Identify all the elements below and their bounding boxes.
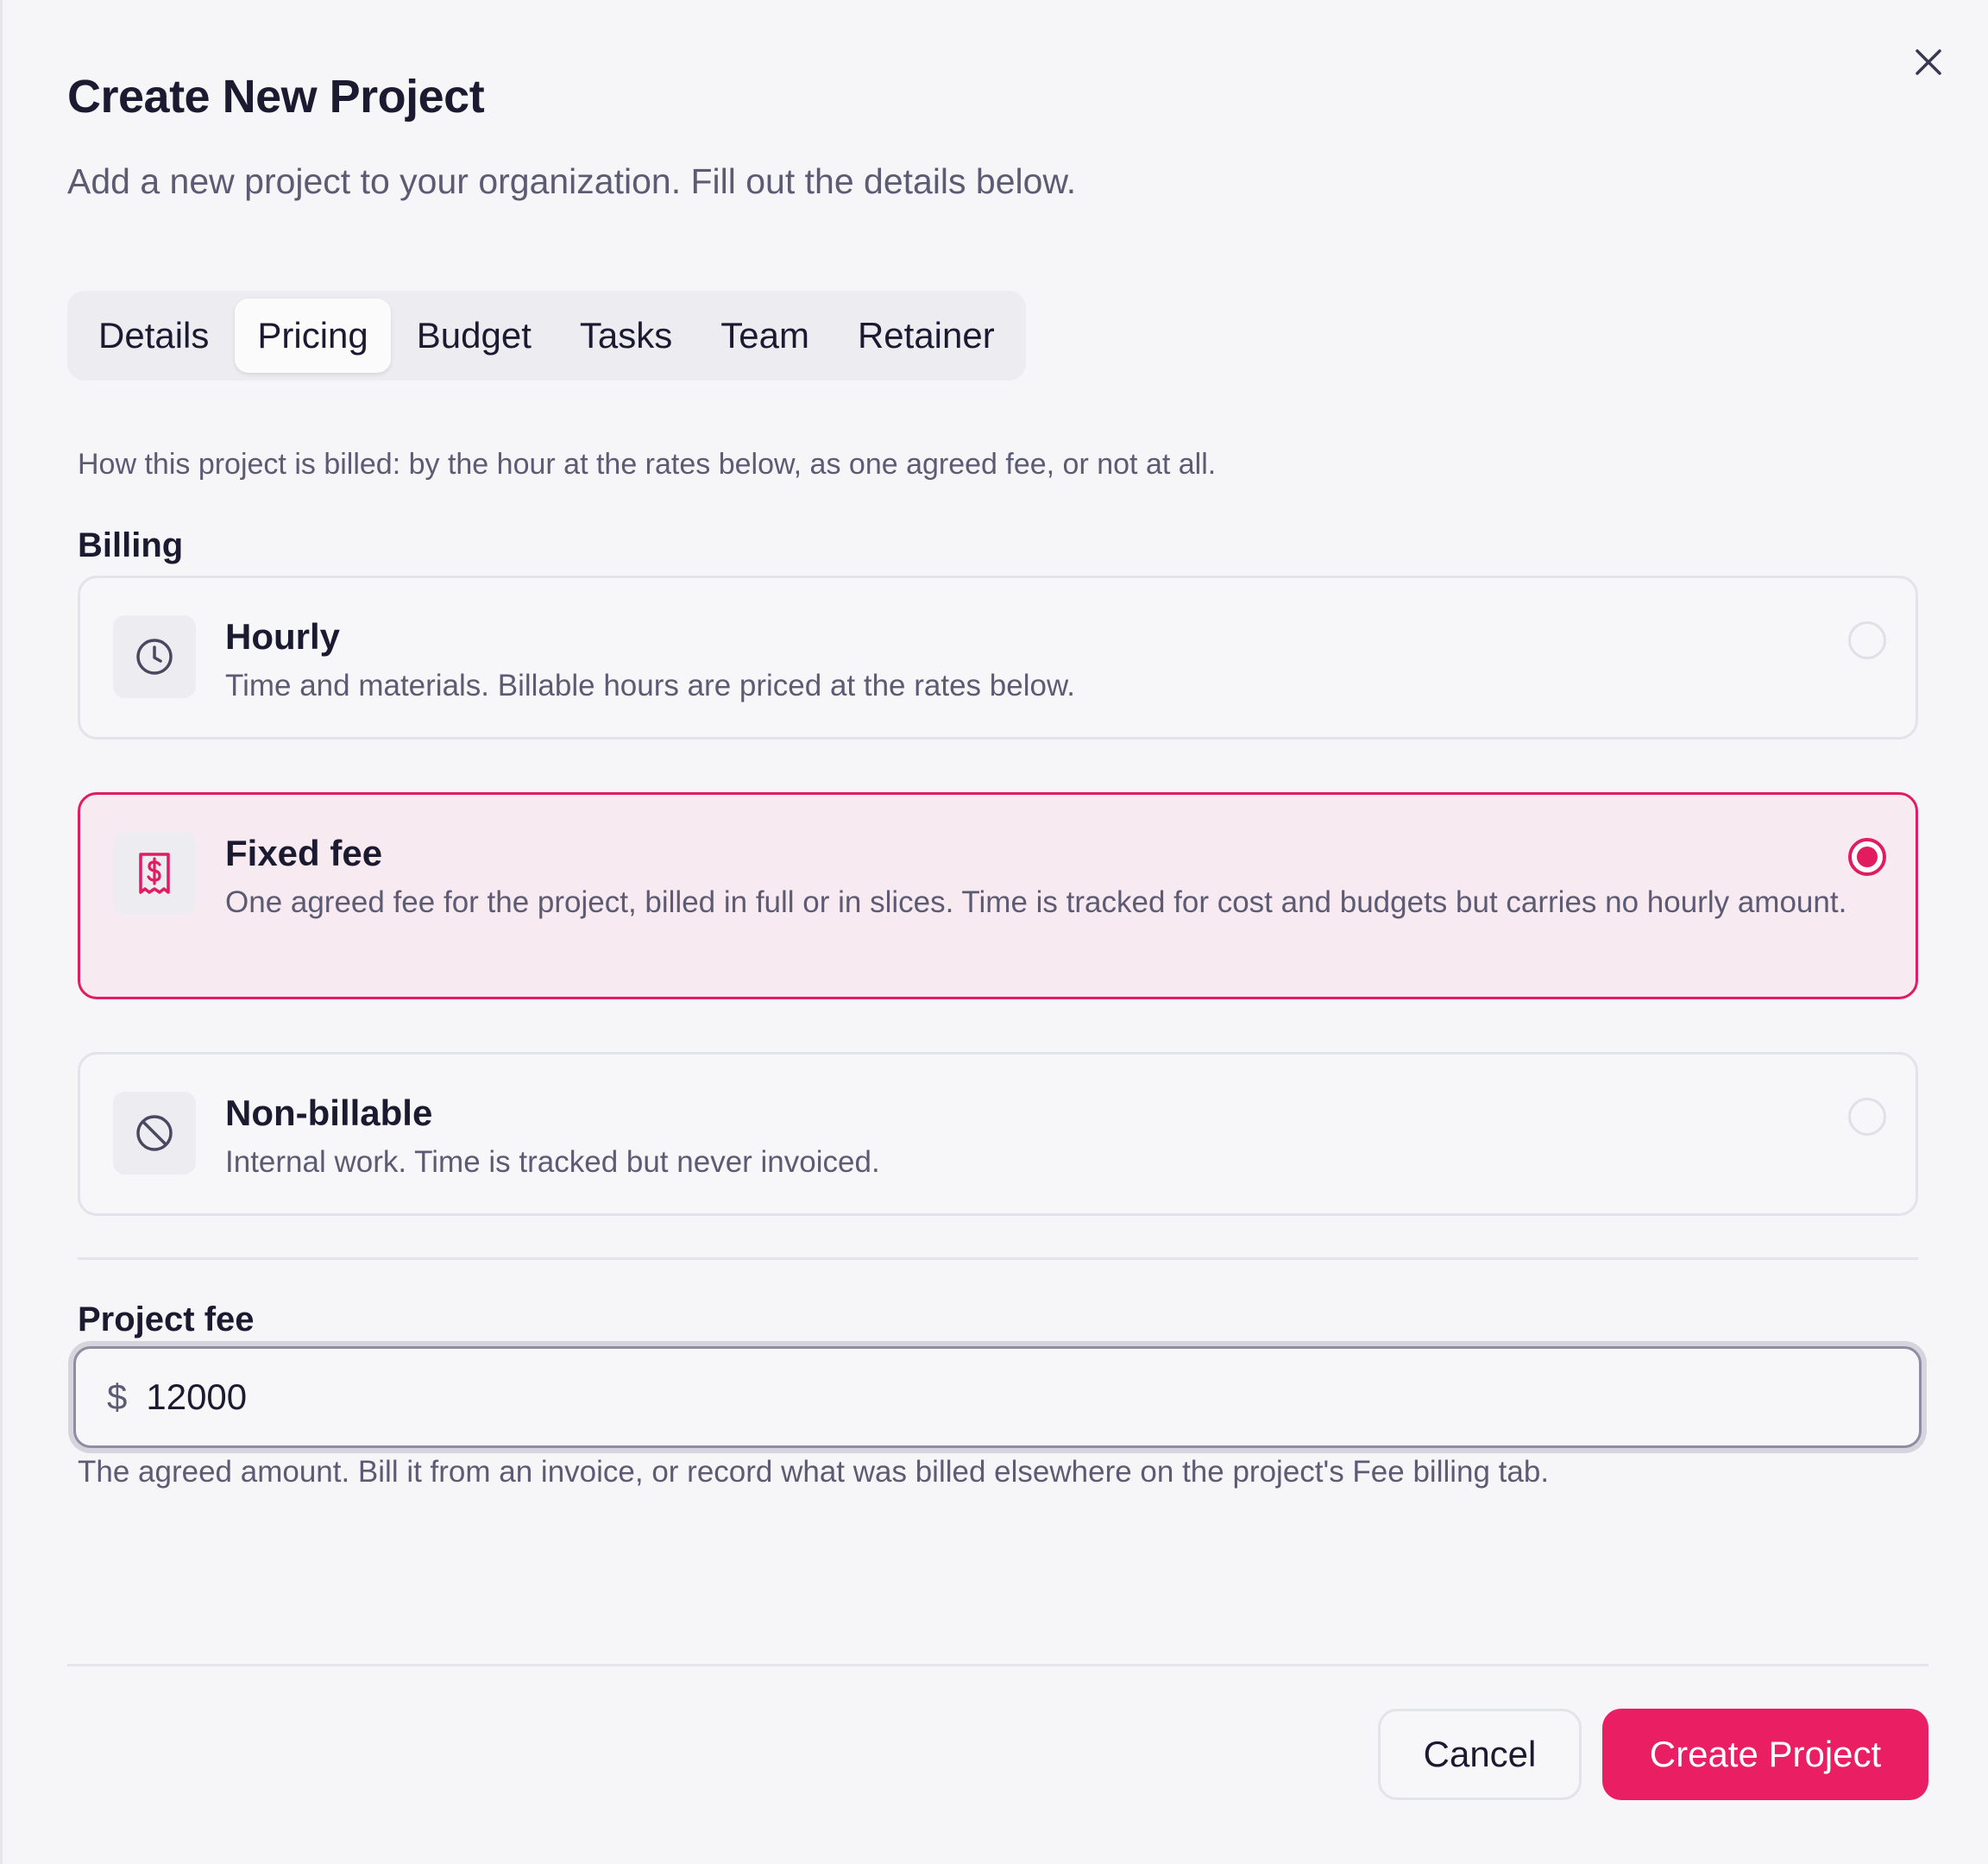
- project-fee-label: Project fee: [78, 1300, 255, 1338]
- receipt-dollar-icon: [113, 832, 196, 915]
- tab-team[interactable]: Team: [698, 299, 832, 373]
- option-description: One agreed fee for the project, billed i…: [225, 885, 1847, 919]
- billing-option-fixed-fee[interactable]: Fixed fee One agreed fee for the project…: [78, 792, 1918, 999]
- close-button[interactable]: [1908, 41, 1949, 83]
- radio-fixed-fee[interactable]: [1848, 838, 1886, 876]
- footer-divider: [67, 1664, 1928, 1666]
- section-divider: [78, 1257, 1918, 1260]
- project-fee-input[interactable]: [146, 1376, 1786, 1418]
- tab-budget[interactable]: Budget: [394, 299, 554, 373]
- pricing-help-text: How this project is billed: by the hour …: [78, 448, 1217, 481]
- option-description: Internal work. Time is tracked but never…: [225, 1145, 880, 1179]
- option-title: Fixed fee: [225, 833, 383, 873]
- dialog-title: Create New Project: [67, 71, 485, 123]
- tab-bar: Details Pricing Budget Tasks Team Retain…: [67, 291, 1026, 381]
- billing-option-non-billable[interactable]: Non-billable Internal work. Time is trac…: [78, 1052, 1918, 1216]
- currency-symbol: $: [107, 1376, 128, 1417]
- option-title: Hourly: [225, 616, 341, 657]
- project-fee-help: The agreed amount. Bill it from an invoi…: [78, 1455, 1550, 1489]
- create-project-dialog: Create New Project Add a new project to …: [0, 0, 1988, 1864]
- option-title: Non-billable: [225, 1093, 433, 1133]
- tab-details[interactable]: Details: [76, 299, 231, 373]
- tab-retainer[interactable]: Retainer: [835, 299, 1017, 373]
- clock-icon: [113, 615, 196, 698]
- option-description: Time and materials. Billable hours are p…: [225, 669, 1076, 702]
- ban-icon: [113, 1092, 196, 1174]
- cancel-button[interactable]: Cancel: [1378, 1709, 1582, 1800]
- project-fee-field[interactable]: $: [73, 1346, 1922, 1448]
- tab-pricing[interactable]: Pricing: [235, 299, 391, 373]
- radio-hourly[interactable]: [1848, 621, 1886, 659]
- billing-label: Billing: [78, 526, 184, 564]
- tab-tasks[interactable]: Tasks: [557, 299, 695, 373]
- billing-option-hourly[interactable]: Hourly Time and materials. Billable hour…: [78, 576, 1918, 740]
- dialog-subtitle: Add a new project to your organization. …: [67, 161, 1077, 201]
- close-icon: [1916, 49, 1941, 75]
- radio-non-billable[interactable]: [1848, 1098, 1886, 1136]
- create-project-button[interactable]: Create Project: [1602, 1709, 1928, 1800]
